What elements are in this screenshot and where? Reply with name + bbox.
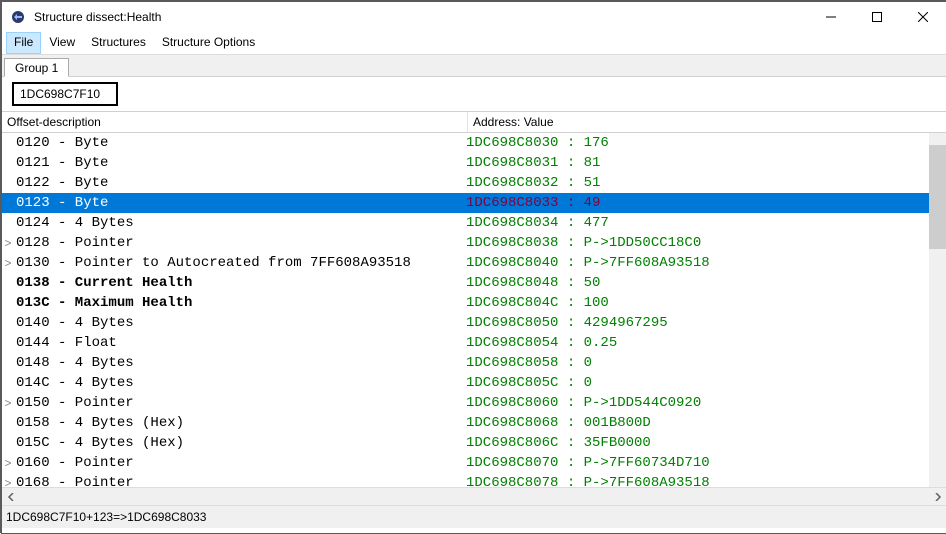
menu-view[interactable]: View [41,32,83,54]
offset-cell: 013C - Maximum Health [14,293,466,313]
expand-marker [2,353,14,373]
window-title: Structure dissect:Health [34,10,161,24]
status-text: 1DC698C7F10+123=>1DC698C8033 [6,510,206,524]
expand-marker [2,153,14,173]
expand-marker [2,193,14,213]
value-cell: 1DC698C8034 : 477 [466,213,946,233]
menubar: File View Structures Structure Options [2,32,946,55]
value-cell: 1DC698C8078 : P->7FF608A93518 [466,473,946,487]
value-cell: 1DC698C8031 : 81 [466,153,946,173]
value-cell: 1DC698C8040 : P->7FF608A93518 [466,253,946,273]
value-cell: 1DC698C806C : 35FB0000 [466,433,946,453]
offset-cell: 014C - 4 Bytes [14,373,466,393]
structure-row[interactable]: 0121 - Byte1DC698C8031 : 81 [2,153,946,173]
minimize-button[interactable] [808,2,854,32]
close-button[interactable] [900,2,946,32]
structure-row[interactable]: >0128 - Pointer1DC698C8038 : P->1DD50CC1… [2,233,946,253]
app-icon [10,9,26,25]
structure-row[interactable]: 0140 - 4 Bytes1DC698C8050 : 4294967295 [2,313,946,333]
structure-row[interactable]: 0138 - Current Health1DC698C8048 : 50 [2,273,946,293]
value-cell: 1DC698C805C : 0 [466,373,946,393]
expand-marker[interactable]: > [2,393,14,413]
offset-cell: 0124 - 4 Bytes [14,213,466,233]
expand-marker[interactable]: > [2,453,14,473]
structure-row[interactable]: 014C - 4 Bytes1DC698C805C : 0 [2,373,946,393]
horizontal-scrollbar[interactable] [2,487,946,505]
offset-cell: 0150 - Pointer [14,393,466,413]
maximize-button[interactable] [854,2,900,32]
offset-cell: 0120 - Byte [14,133,466,153]
value-cell: 1DC698C8050 : 4294967295 [466,313,946,333]
structure-row[interactable]: >0160 - Pointer1DC698C8070 : P->7FF60734… [2,453,946,473]
expand-marker [2,213,14,233]
value-cell: 1DC698C8038 : P->1DD50CC18C0 [466,233,946,253]
structure-row[interactable]: 0124 - 4 Bytes1DC698C8034 : 477 [2,213,946,233]
titlebar: Structure dissect:Health [2,2,946,32]
expand-marker [2,413,14,433]
offset-cell: 0121 - Byte [14,153,466,173]
statusbar: 1DC698C7F10+123=>1DC698C8033 [2,505,946,528]
offset-cell: 0128 - Pointer [14,233,466,253]
scrollbar-thumb[interactable] [929,145,946,249]
vertical-scrollbar[interactable] [929,133,946,487]
tab-group-1[interactable]: Group 1 [4,58,69,77]
offset-cell: 0168 - Pointer [14,473,466,487]
offset-cell: 0160 - Pointer [14,453,466,473]
structure-row[interactable]: 0120 - Byte1DC698C8030 : 176 [2,133,946,153]
address-bar [2,77,946,112]
value-cell: 1DC698C8054 : 0.25 [466,333,946,353]
expand-marker [2,293,14,313]
offset-cell: 015C - 4 Bytes (Hex) [14,433,466,453]
offset-cell: 0144 - Float [14,333,466,353]
value-cell: 1DC698C8070 : P->7FF60734D710 [466,453,946,473]
offset-cell: 0148 - 4 Bytes [14,353,466,373]
structure-row[interactable]: >0168 - Pointer1DC698C8078 : P->7FF608A9… [2,473,946,487]
structure-row[interactable]: 0123 - Byte1DC698C8033 : 49 [2,193,946,213]
structure-row[interactable]: 0122 - Byte1DC698C8032 : 51 [2,173,946,193]
structure-row[interactable]: >0150 - Pointer1DC698C8060 : P->1DD544C0… [2,393,946,413]
offset-cell: 0130 - Pointer to Autocreated from 7FF60… [14,253,466,273]
expand-marker [2,133,14,153]
group-tab-strip: Group 1 [2,55,946,77]
expand-marker [2,313,14,333]
column-header-value[interactable]: Address: Value [468,112,946,132]
scroll-left-icon[interactable] [2,488,19,505]
column-headers: Offset-description Address: Value [2,112,946,133]
structure-row[interactable]: 015C - 4 Bytes (Hex)1DC698C806C : 35FB00… [2,433,946,453]
expand-marker [2,373,14,393]
offset-cell: 0158 - 4 Bytes (Hex) [14,413,466,433]
value-cell: 1DC698C8058 : 0 [466,353,946,373]
structure-row[interactable]: 013C - Maximum Health1DC698C804C : 100 [2,293,946,313]
value-cell: 1DC698C8060 : P->1DD544C0920 [466,393,946,413]
offset-cell: 0140 - 4 Bytes [14,313,466,333]
value-cell: 1DC698C8048 : 50 [466,273,946,293]
expand-marker [2,273,14,293]
value-cell: 1DC698C8030 : 176 [466,133,946,153]
structure-row[interactable]: >0130 - Pointer to Autocreated from 7FF6… [2,253,946,273]
expand-marker [2,173,14,193]
base-address-input[interactable] [12,82,118,106]
menu-structure-options[interactable]: Structure Options [154,32,263,54]
offset-cell: 0123 - Byte [14,193,466,213]
structure-row[interactable]: 0158 - 4 Bytes (Hex)1DC698C8068 : 001B80… [2,413,946,433]
offset-cell: 0122 - Byte [14,173,466,193]
expand-marker [2,333,14,353]
menu-file[interactable]: File [6,32,41,54]
structure-row[interactable]: 0148 - 4 Bytes1DC698C8058 : 0 [2,353,946,373]
expand-marker[interactable]: > [2,233,14,253]
value-cell: 1DC698C804C : 100 [466,293,946,313]
offset-cell: 0138 - Current Health [14,273,466,293]
structure-list[interactable]: 0120 - Byte1DC698C8030 : 1760121 - Byte1… [2,133,946,487]
value-cell: 1DC698C8032 : 51 [466,173,946,193]
structure-row[interactable]: 0144 - Float1DC698C8054 : 0.25 [2,333,946,353]
expand-marker[interactable]: > [2,253,14,273]
scroll-right-icon[interactable] [929,488,946,505]
column-header-offset[interactable]: Offset-description [2,112,468,132]
value-cell: 1DC698C8033 : 49 [466,193,946,213]
expand-marker [2,433,14,453]
expand-marker[interactable]: > [2,473,14,487]
menu-structures[interactable]: Structures [83,32,154,54]
value-cell: 1DC698C8068 : 001B800D [466,413,946,433]
